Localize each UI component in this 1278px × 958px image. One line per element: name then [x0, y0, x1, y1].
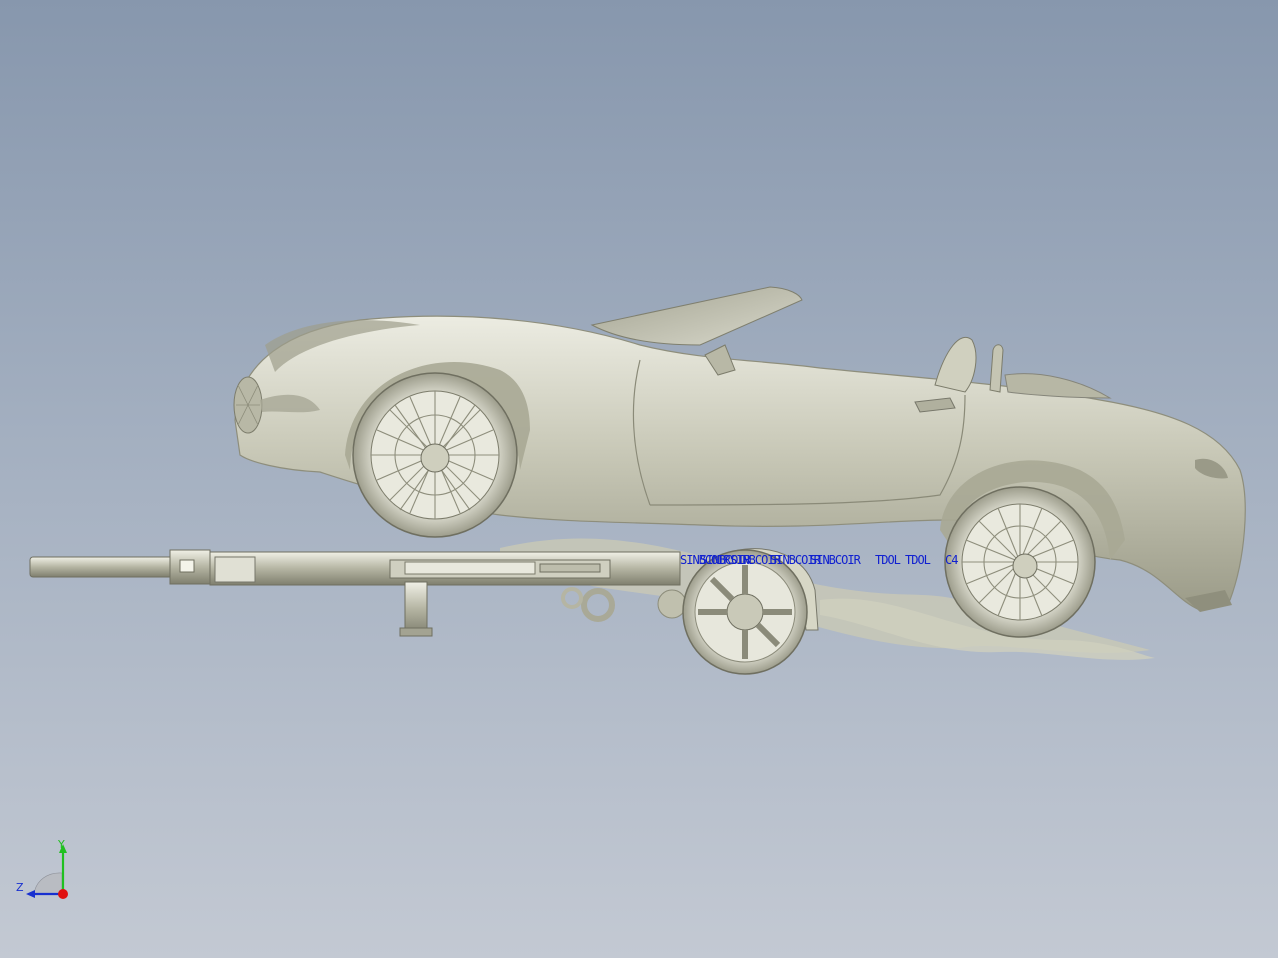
- axis-y-label: Y: [58, 838, 65, 851]
- car-seat: [934, 337, 977, 393]
- trailer-jack: [404, 581, 428, 636]
- car-rear-wheel: [944, 486, 1096, 638]
- overlay-label: TDOL: [875, 553, 901, 567]
- trailer-wheel: [682, 549, 808, 675]
- car-hood: [590, 286, 803, 346]
- axis-triad-icon: [26, 844, 68, 899]
- axis-z-label: Z: [16, 881, 24, 894]
- trailer-drawbar: [29, 556, 181, 578]
- overlay-label: TDOL: [905, 553, 931, 567]
- axis-triad: Y Z: [12, 836, 82, 906]
- overlay-label: SINBCOIR: [810, 553, 861, 567]
- 3d-viewport[interactable]: SINBCOIR SINBCOIR SINBCOIR SINBCOIR SINB…: [0, 0, 1278, 958]
- overlay-label: C4: [945, 553, 958, 567]
- car-front-wheel: [352, 372, 518, 538]
- car-trailer-model[interactable]: [0, 0, 1278, 958]
